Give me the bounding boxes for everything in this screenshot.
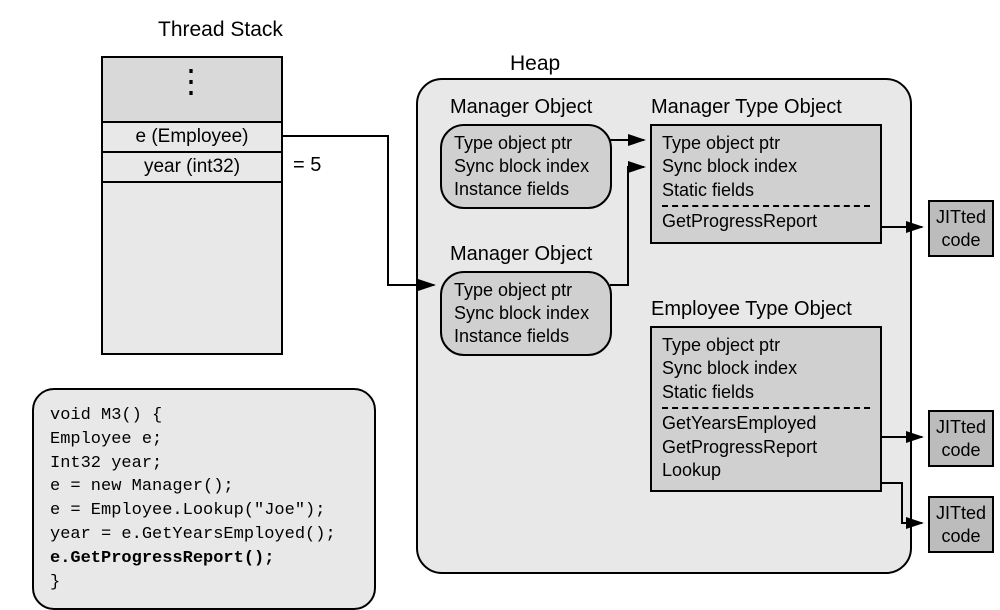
stack-cell-year: year (int32) <box>103 153 281 183</box>
code-line-7: } <box>50 571 358 595</box>
jit-3-line1: JITted <box>936 503 986 523</box>
manager-object-1-title: Manager Object <box>450 96 592 119</box>
code-line-0: void M3() { <box>50 404 358 428</box>
manager-object-1: Type object ptr Sync block index Instanc… <box>440 124 612 209</box>
stack-ellipsis: ⋮ <box>103 58 281 123</box>
jit-2-line2: code <box>941 440 980 460</box>
code-line-5: year = e.GetYearsEmployed(); <box>50 523 358 547</box>
jit-2-line1: JITted <box>936 417 986 437</box>
emp-type-method-1: GetYearsEmployed <box>662 412 870 435</box>
emp-type-method-3: Lookup <box>662 459 870 482</box>
heap-title: Heap <box>510 52 560 76</box>
mgr2-line2: Sync block index <box>454 302 598 325</box>
jit-box-2: JITted code <box>928 410 994 467</box>
code-line-1: Employee e; <box>50 428 358 452</box>
emp-type-method-2: GetProgressReport <box>662 436 870 459</box>
stack-empty <box>103 183 281 353</box>
emp-type-divider <box>662 407 870 409</box>
emp-type-line1: Type object ptr <box>662 334 870 357</box>
mgr2-line3: Instance fields <box>454 325 598 348</box>
mgr2-line1: Type object ptr <box>454 279 598 302</box>
stack-year-value: = 5 <box>293 154 321 177</box>
emp-type-line2: Sync block index <box>662 357 870 380</box>
jit-3-line2: code <box>941 526 980 546</box>
code-line-3: e = new Manager(); <box>50 475 358 499</box>
emp-type-line3: Static fields <box>662 381 870 404</box>
manager-type-object-title: Manager Type Object <box>651 96 842 119</box>
employee-type-object-title: Employee Type Object <box>651 298 852 321</box>
jit-1-line2: code <box>941 230 980 250</box>
manager-object-2: Type object ptr Sync block index Instanc… <box>440 271 612 356</box>
jit-box-3: JITted code <box>928 496 994 553</box>
manager-object-2-title: Manager Object <box>450 243 592 266</box>
jit-1-line1: JITted <box>936 207 986 227</box>
manager-type-object: Type object ptr Sync block index Static … <box>650 124 882 244</box>
mgr1-line2: Sync block index <box>454 155 598 178</box>
mgr-type-line3: Static fields <box>662 179 870 202</box>
mgr-type-line2: Sync block index <box>662 155 870 178</box>
code-line-6: e.GetProgressReport(); <box>50 547 358 571</box>
code-line-2: Int32 year; <box>50 452 358 476</box>
mgr1-line3: Instance fields <box>454 178 598 201</box>
mgr1-line1: Type object ptr <box>454 132 598 155</box>
employee-type-object: Type object ptr Sync block index Static … <box>650 326 882 492</box>
mgr-type-method-1: GetProgressReport <box>662 210 870 233</box>
mgr-type-line1: Type object ptr <box>662 132 870 155</box>
code-snippet: void M3() { Employee e; Int32 year; e = … <box>32 388 376 610</box>
thread-stack-title: Thread Stack <box>158 18 283 42</box>
stack-cell-e: e (Employee) <box>103 123 281 153</box>
jit-box-1: JITted code <box>928 200 994 257</box>
code-line-4: e = Employee.Lookup("Joe"); <box>50 499 358 523</box>
thread-stack: ⋮ e (Employee) year (int32) <box>101 56 283 355</box>
mgr-type-divider <box>662 205 870 207</box>
